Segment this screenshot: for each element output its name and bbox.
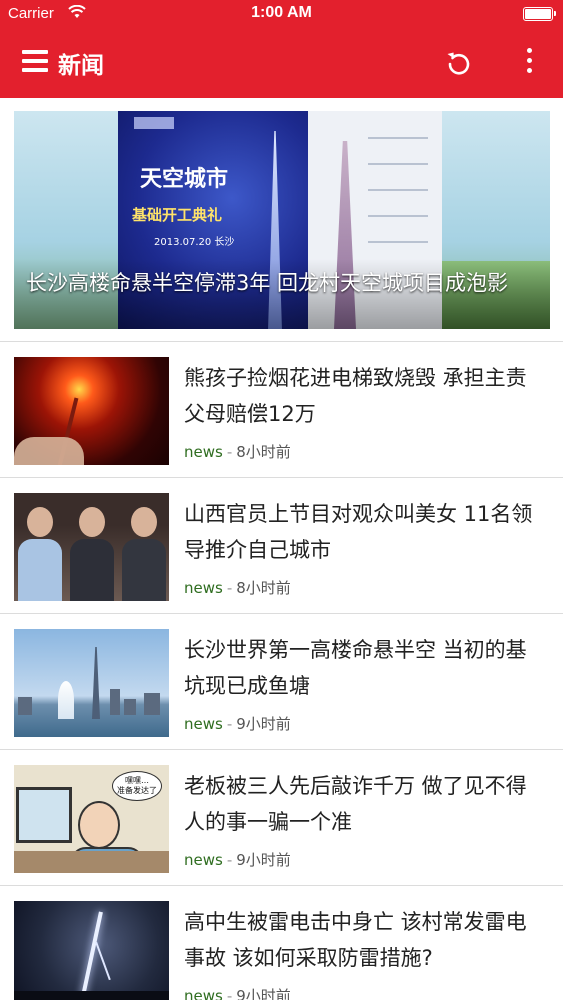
article-meta: news -9小时前 xyxy=(184,851,291,869)
status-time: 1:00 AM xyxy=(251,4,312,21)
article-meta: news -9小时前 xyxy=(184,715,291,733)
article-thumbnail xyxy=(14,629,169,737)
hero-board-subtitle: 基础开工典礼 xyxy=(132,206,223,224)
article-headline: 高中生被雷电击中身亡 该村常发雷电事故 该如何采取防雷措施? xyxy=(184,910,527,970)
news-list: 熊孩子捡烟花进电梯致烧毁 承担主责父母赔偿12万 news -8小时前 山西官员上… xyxy=(0,341,563,1000)
article-thumbnail xyxy=(14,357,169,465)
featured-headline: 长沙高楼命悬半空停滞3年 回龙村天空城项目成泡影 xyxy=(26,271,509,295)
article-source: news xyxy=(184,579,223,597)
article-source: news xyxy=(184,715,223,733)
featured-article[interactable]: 天空城市 基础开工典礼 2013.07.20 长沙 长沙高楼命悬半空停滞3年 回… xyxy=(14,111,550,329)
menu-icon[interactable] xyxy=(22,50,48,72)
article-headline: 老板被三人先后敲诈千万 做了见不得人的事一骗一个准 xyxy=(184,774,527,834)
article-source: news xyxy=(184,987,223,1000)
article-source: news xyxy=(184,443,223,461)
article-meta: news -9小时前 xyxy=(184,985,291,1000)
battery-icon xyxy=(523,7,556,21)
navigation-bar: Carrier 1:00 AM 新闻 xyxy=(0,0,563,98)
list-item[interactable]: 高中生被雷电击中身亡 该村常发雷电事故 该如何采取防雷措施? news -9小时前 xyxy=(0,886,563,1000)
list-item[interactable]: 嘿嘿… 准备发达了 老板被三人先后敲诈千万 做了见不得人的事一骗一个准 news… xyxy=(0,750,563,885)
article-thumbnail: 嘿嘿… 准备发达了 xyxy=(14,765,169,873)
article-headline: 熊孩子捡烟花进电梯致烧毁 承担主责父母赔偿12万 xyxy=(184,366,527,426)
hero-board-title: 天空城市 xyxy=(140,167,229,192)
refresh-icon[interactable] xyxy=(444,48,474,78)
article-time: 8小时前 xyxy=(236,579,291,597)
article-meta: news -8小时前 xyxy=(184,579,291,597)
status-bar: Carrier 1:00 AM xyxy=(0,0,563,30)
article-time: 9小时前 xyxy=(236,987,291,1000)
article-time: 8小时前 xyxy=(236,443,291,461)
article-headline: 山西官员上节目对观众叫美女 11名领导推介自己城市 xyxy=(184,502,533,562)
list-item[interactable]: 长沙世界第一高楼命悬半空 当初的基坑现已成鱼塘 news -9小时前 xyxy=(0,614,563,749)
article-headline: 长沙世界第一高楼命悬半空 当初的基坑现已成鱼塘 xyxy=(184,638,527,698)
article-meta: news -8小时前 xyxy=(184,443,291,461)
article-thumbnail xyxy=(14,493,169,601)
list-item[interactable]: 熊孩子捡烟花进电梯致烧毁 承担主责父母赔偿12万 news -8小时前 xyxy=(0,342,563,477)
page-title: 新闻 xyxy=(58,53,104,79)
article-thumbnail xyxy=(14,901,169,1000)
cartoon-speech-bubble: 嘿嘿… 准备发达了 xyxy=(112,771,162,801)
article-time: 9小时前 xyxy=(236,715,291,733)
article-time: 9小时前 xyxy=(236,851,291,869)
article-source: news xyxy=(184,851,223,869)
hero-board-date: 2013.07.20 长沙 xyxy=(154,237,235,248)
list-item[interactable]: 山西官员上节目对观众叫美女 11名领导推介自己城市 news -8小时前 xyxy=(0,478,563,613)
more-options-icon[interactable] xyxy=(522,48,536,76)
